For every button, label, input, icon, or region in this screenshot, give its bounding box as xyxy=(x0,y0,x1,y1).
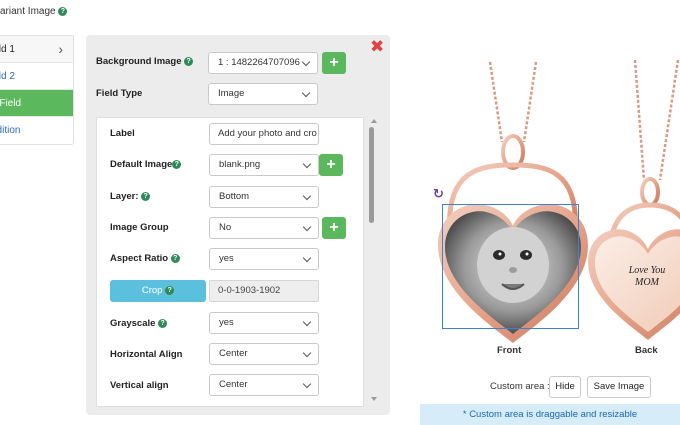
vertical-align-label: Vertical align xyxy=(110,380,169,391)
scroll-down-arrow-icon[interactable] xyxy=(371,397,377,401)
image-group-label: Image Group xyxy=(110,222,169,233)
save-image-button[interactable]: Save Image xyxy=(587,376,651,398)
chevron-down-icon xyxy=(302,375,312,395)
horizontal-align-value: Center xyxy=(219,348,248,359)
engraving-line-1: Love You xyxy=(628,265,666,276)
image-group-value: No xyxy=(219,222,232,233)
chevron-down-icon xyxy=(302,218,312,238)
vertical-align-value: Center xyxy=(219,379,248,390)
label-field-label: Label xyxy=(110,128,135,139)
close-icon[interactable]: ✖ xyxy=(370,38,384,55)
chevron-down-icon xyxy=(302,344,312,364)
custom-area-box[interactable] xyxy=(442,204,579,329)
help-icon[interactable]: ? xyxy=(58,7,68,16)
background-image-select[interactable]: 1 : 1482264707096 xyxy=(208,52,318,74)
image-group-select[interactable]: No xyxy=(209,217,319,239)
sidebar: ield 1 › ield 2 d Field ndition xyxy=(0,35,74,145)
horizontal-align-label: Horizontal Align xyxy=(110,349,183,360)
vertical-align-select[interactable]: Center xyxy=(209,374,319,396)
scroll-up-arrow-icon[interactable] xyxy=(371,119,377,123)
sidebar-item-label: ield 2 xyxy=(0,71,15,82)
crop-value-field: 0-0-1903-1902 xyxy=(209,280,319,302)
background-image-value: 1 : 1482264707096 xyxy=(218,57,300,68)
layer-label: Layer: ? xyxy=(110,191,151,202)
page-title-text: ariant Image xyxy=(0,6,56,17)
horizontal-align-select[interactable]: Center xyxy=(209,343,319,365)
default-image-value: blank.png xyxy=(219,159,261,170)
layer-select[interactable]: Bottom xyxy=(209,186,319,208)
help-icon[interactable]: ? xyxy=(158,319,168,328)
back-chain xyxy=(633,59,680,181)
sidebar-item-label: ndition xyxy=(0,125,21,136)
chevron-right-icon: › xyxy=(58,41,63,57)
back-bail xyxy=(640,177,660,207)
layer-value: Bottom xyxy=(219,191,250,202)
hide-button[interactable]: Hide xyxy=(549,376,581,398)
back-caption: Back xyxy=(635,345,658,356)
chevron-down-icon xyxy=(302,249,312,269)
aspect-ratio-value: yes xyxy=(219,253,234,264)
default-image-select[interactable]: blank.png xyxy=(209,154,319,176)
grayscale-value: yes xyxy=(219,317,234,328)
chevron-down-icon xyxy=(301,84,311,104)
add-image-group-button[interactable]: + xyxy=(322,217,346,239)
field-type-value: Image xyxy=(218,88,245,99)
sidebar-item-field-1[interactable]: ield 1 › xyxy=(0,36,73,63)
sidebar-item-condition[interactable]: ndition xyxy=(0,117,73,144)
chevron-down-icon xyxy=(301,53,311,73)
field-type-select[interactable]: Image xyxy=(208,83,318,105)
field-type-label: Field Type xyxy=(96,88,143,99)
sidebar-item-add-field[interactable]: d Field xyxy=(0,90,73,117)
sidebar-item-label: d Field xyxy=(0,98,22,109)
scrollbar-thumb[interactable] xyxy=(369,127,374,223)
page-title: ariant Image ? xyxy=(0,6,68,17)
aspect-ratio-label-text: Aspect Ratio xyxy=(110,253,169,264)
rotate-icon[interactable]: ↻ xyxy=(433,186,444,202)
grayscale-label: Grayscale ? xyxy=(110,318,168,329)
chevron-down-icon xyxy=(302,187,312,207)
chevron-down-icon xyxy=(302,313,312,333)
label-input[interactable]: Add your photo and cro xyxy=(209,123,319,145)
add-background-image-button[interactable]: + xyxy=(322,52,346,74)
crop-button[interactable]: Crop ? xyxy=(110,280,206,302)
default-image-label-text: Default Image xyxy=(110,159,173,170)
help-icon[interactable]: ? xyxy=(172,160,182,169)
scrollbar[interactable] xyxy=(369,117,381,407)
crop-button-label: Crop xyxy=(141,285,163,296)
field-settings-panel: Background Image ? 1 : 1482264707096 + F… xyxy=(86,35,390,415)
sidebar-item-field-2[interactable]: ield 2 xyxy=(0,63,73,90)
background-image-label-text: Background Image xyxy=(96,56,182,67)
aspect-ratio-select[interactable]: yes xyxy=(209,248,319,270)
help-icon[interactable]: ? xyxy=(184,57,194,66)
grayscale-label-text: Grayscale xyxy=(110,318,156,329)
help-icon[interactable]: ? xyxy=(165,286,175,295)
layer-label-text: Layer: xyxy=(110,191,139,202)
custom-area-label: Custom area : xyxy=(490,381,550,392)
field-options-scroll-area[interactable]: Label Add your photo and cro Default Ima… xyxy=(96,117,364,407)
chevron-down-icon xyxy=(302,155,312,175)
sidebar-item-label: ield 1 xyxy=(0,44,15,55)
help-icon[interactable]: ? xyxy=(141,192,151,201)
plus-icon: + xyxy=(326,156,336,173)
grayscale-select[interactable]: yes xyxy=(209,312,319,334)
plus-icon: + xyxy=(329,54,339,71)
front-chain xyxy=(488,61,538,143)
background-image-label: Background Image ? xyxy=(96,56,194,67)
front-caption: Front xyxy=(497,345,522,356)
custom-area-notice: * Custom area is draggable and resizable xyxy=(420,404,680,425)
plus-icon: + xyxy=(329,219,339,236)
add-default-image-button[interactable]: + xyxy=(319,154,343,176)
engraving-line-2: MOM xyxy=(634,277,660,288)
default-image-label: Default Image? xyxy=(110,159,182,170)
aspect-ratio-label: Aspect Ratio ? xyxy=(110,253,180,264)
help-icon[interactable]: ? xyxy=(170,254,180,263)
